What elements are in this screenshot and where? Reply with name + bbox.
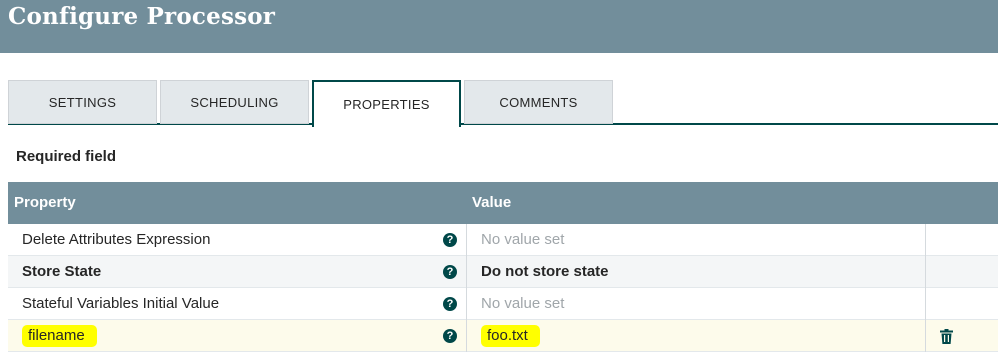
property-value-wrapper[interactable]: foo.txt — [481, 320, 540, 352]
property-value[interactable]: No value set — [481, 288, 564, 320]
table-row[interactable]: filename ? foo.txt — [8, 320, 998, 352]
required-field-label: Required field — [16, 148, 117, 165]
table-row[interactable]: Stateful Variables Initial Value ? No va… — [8, 288, 998, 320]
column-header-value[interactable]: Value — [472, 182, 511, 224]
property-name-wrapper: filename — [22, 320, 97, 352]
question-circle-icon[interactable]: ? — [443, 297, 457, 311]
tab-settings[interactable]: SETTINGS — [8, 80, 157, 124]
table-row[interactable]: Store State ? Do not store state — [8, 256, 998, 288]
trash-icon[interactable] — [940, 329, 953, 344]
table-row[interactable]: Delete Attributes Expression ? No value … — [8, 224, 998, 256]
column-header-property[interactable]: Property — [14, 182, 76, 224]
property-name: Stateful Variables Initial Value — [22, 295, 220, 312]
table-header: Property Value — [8, 182, 998, 224]
property-value[interactable]: No value set — [481, 224, 564, 256]
properties-table: Property Value Delete Attributes Express… — [8, 182, 998, 352]
tab-comments[interactable]: COMMENTS — [464, 80, 613, 124]
question-circle-icon[interactable]: ? — [443, 233, 457, 247]
property-value[interactable]: foo.txt — [481, 325, 540, 347]
tab-scheduling[interactable]: SCHEDULING — [160, 80, 309, 124]
tab-properties[interactable]: PROPERTIES — [312, 80, 461, 127]
property-name: Delete Attributes Expression — [22, 231, 211, 248]
dialog-header: Configure Processor — [0, 0, 998, 53]
property-value[interactable]: Do not store state — [481, 256, 609, 288]
property-name: Store State — [22, 263, 102, 280]
property-name: filename — [22, 325, 97, 347]
dialog-title: Configure Processor — [8, 3, 276, 30]
question-circle-icon[interactable]: ? — [443, 265, 457, 279]
question-circle-icon[interactable]: ? — [443, 329, 457, 343]
